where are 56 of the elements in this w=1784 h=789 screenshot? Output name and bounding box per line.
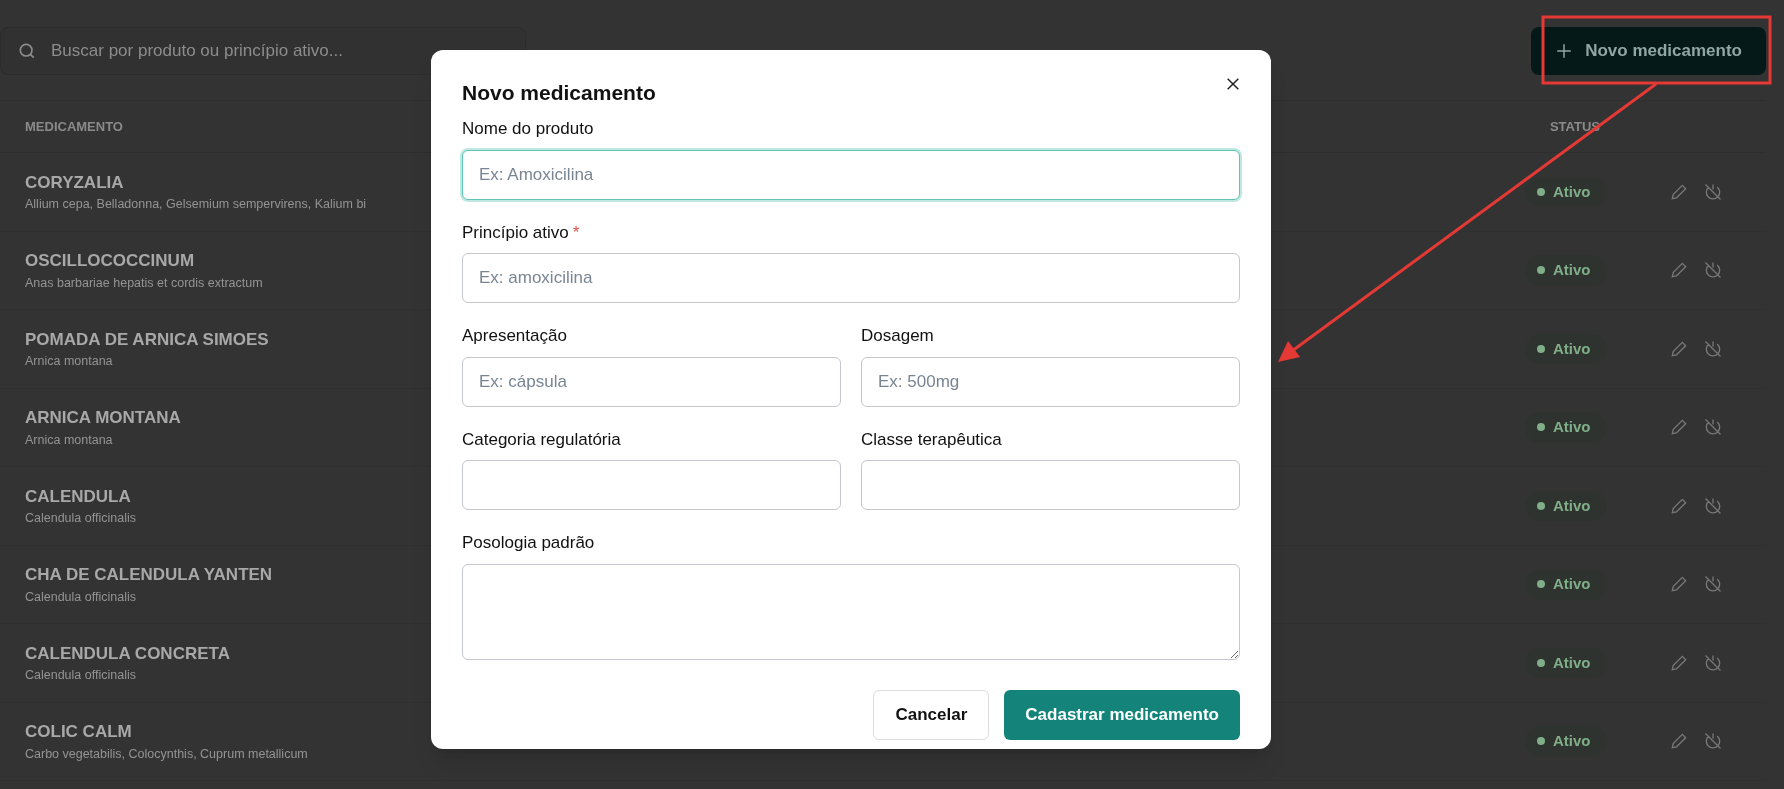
status-badge: Ativo xyxy=(1525,569,1607,600)
field-label: Nome do produto xyxy=(462,118,594,140)
cancel-button[interactable]: Cancelar xyxy=(873,689,990,740)
plus-icon xyxy=(1555,42,1574,60)
status-badge: Ativo xyxy=(1525,176,1607,207)
close-icon xyxy=(1225,76,1241,92)
status-badge: Ativo xyxy=(1525,255,1607,286)
power-off-icon[interactable] xyxy=(1703,495,1723,516)
new-medication-button[interactable]: Novo medicamento xyxy=(1531,27,1766,75)
medication-name: CORYZALIA xyxy=(25,171,124,194)
status-badge: Ativo xyxy=(1525,647,1607,678)
pencil-icon[interactable] xyxy=(1669,574,1689,595)
search-field[interactable]: Buscar por produto ou princípio ativo... xyxy=(0,27,526,75)
active-ingredients: Allium cepa, Belladonna, Gelsemium sempervirens, Kalium bi xyxy=(25,196,367,214)
active-ingredients: Calendula officinalis xyxy=(25,588,136,606)
text-area[interactable] xyxy=(462,563,1240,660)
pencil-icon[interactable] xyxy=(1669,731,1689,752)
search-icon xyxy=(17,41,37,61)
input-field[interactable]: Ex: cápsula xyxy=(462,356,841,407)
input-field[interactable]: Ex: 500mg xyxy=(861,356,1240,407)
column-header: MEDICAMENTO xyxy=(25,117,123,136)
pencil-icon[interactable] xyxy=(1669,260,1689,281)
medication-name: CALENDULA xyxy=(25,485,131,508)
input-field[interactable]: Ex: amoxicilina xyxy=(462,253,1240,303)
field-label: Categoria regulatória xyxy=(462,428,621,451)
medication-name: POMADA DE ARNICA SIMOES xyxy=(25,328,269,351)
status-badge: Ativo xyxy=(1525,333,1607,364)
field-label: Posologia padrão xyxy=(462,532,595,554)
medication-name: OSCILLOCOCCINUM xyxy=(25,250,195,273)
medication-name: CHA DE CALENDULA YANTEN xyxy=(25,564,273,587)
submit-button[interactable]: Cadastrar medicamento xyxy=(1004,689,1240,740)
status-badge: Ativo xyxy=(1525,490,1607,521)
power-off-icon[interactable] xyxy=(1703,181,1723,202)
active-ingredients: Arnica montana xyxy=(25,353,113,371)
dialog-title: Novo medicamento xyxy=(462,80,656,106)
status-badge: Ativo xyxy=(1525,726,1607,757)
active-ingredients: Carbo vegetabilis, Colocynthis, Cuprum metallicum xyxy=(25,745,308,763)
pencil-icon[interactable] xyxy=(1669,417,1689,438)
input-field[interactable] xyxy=(462,460,841,510)
active-ingredients: Calendula officinalis xyxy=(25,667,136,685)
field-label: Dosagem xyxy=(861,325,934,347)
active-ingredients: Calendula officinalis xyxy=(25,510,136,528)
required-mark: * xyxy=(572,221,580,244)
active-ingredients: Arnica montana xyxy=(25,431,113,449)
input-field[interactable] xyxy=(861,460,1240,510)
power-off-icon[interactable] xyxy=(1703,652,1723,673)
active-ingredients: Anas barbariae hepatis et cordis extractum xyxy=(25,274,263,292)
field-label: Princípio ativo xyxy=(462,221,569,244)
field-label: Apresentação xyxy=(462,325,567,347)
medication-name: COLIC CALM xyxy=(25,721,132,744)
input-field[interactable]: Ex: Amoxicilina xyxy=(462,149,1240,200)
field-label: Classe terapêutica xyxy=(861,428,1002,451)
medication-name: ARNICA MONTANA xyxy=(25,407,181,430)
status-badge: Ativo xyxy=(1525,412,1607,443)
medication-name: CALENDULA CONCRETA xyxy=(25,642,230,665)
power-off-icon[interactable] xyxy=(1703,338,1723,359)
